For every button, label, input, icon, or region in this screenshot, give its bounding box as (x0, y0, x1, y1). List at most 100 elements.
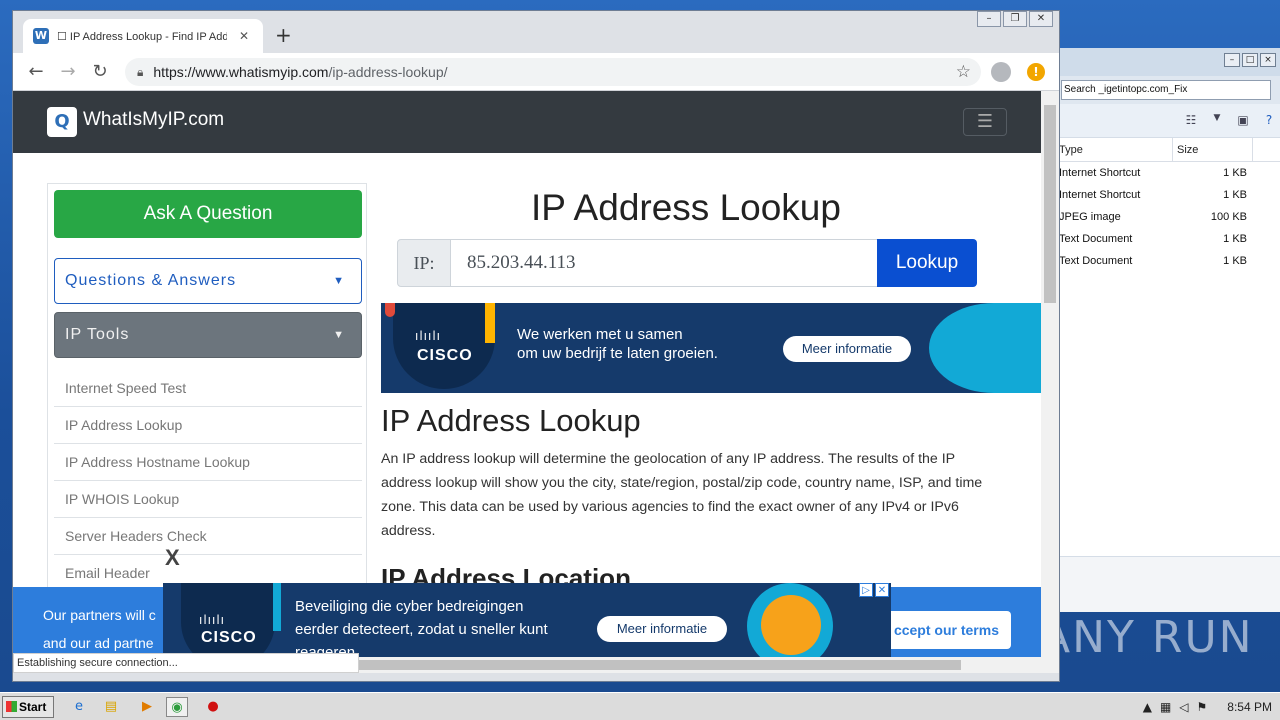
explorer-titlebar: – □ × (1059, 48, 1280, 76)
cisco-bars-icon: ılıılı (415, 329, 442, 343)
column-type[interactable]: Type (1059, 138, 1173, 161)
questions-answers-dropdown[interactable]: Questions & Answers ▼ (54, 258, 362, 304)
ad-accent (485, 303, 495, 343)
network-icon[interactable]: ▦ (1160, 700, 1171, 714)
ad-cta-button[interactable]: Meer informatie (597, 616, 727, 642)
profile-avatar[interactable] (991, 62, 1011, 82)
address-bar[interactable]: 🔒︎ https://www.whatismyip.com/ip-address… (125, 58, 981, 86)
tab-ip-lookup[interactable]: W ☐ IP Address Lookup - Find IP Addre ✕ (23, 19, 263, 53)
sidebar-item-whois-lookup[interactable]: IP WHOIS Lookup (54, 481, 362, 518)
ask-question-button[interactable]: Ask A Question (54, 190, 362, 238)
close-button[interactable]: ✕ (1029, 11, 1053, 27)
sidebar-item-speed-test[interactable]: Internet Speed Test (54, 370, 362, 407)
close-icon[interactable]: ✕ (239, 29, 249, 43)
clock[interactable]: 8:54 PM (1227, 700, 1272, 714)
folder-icon[interactable]: ▤ (100, 697, 122, 717)
status-bubble: Establishing secure connection... (13, 653, 359, 673)
ie-icon[interactable]: e (68, 697, 90, 717)
article-heading: IP Address Lookup (381, 403, 641, 438)
cisco-badge (393, 303, 495, 389)
preview-pane-icon[interactable]: ▣ (1235, 113, 1251, 129)
ip-input[interactable]: 85.203.44.113 (450, 239, 878, 287)
list-item[interactable]: Internet Shortcut 1 KB (1059, 162, 1280, 184)
ip-label: IP: (397, 239, 451, 287)
ad-text: We werken met u samen om uw bedrijf te l… (517, 326, 718, 362)
site-logo-icon[interactable]: Q (47, 107, 77, 137)
ip-tools-label: IP Tools (65, 326, 130, 343)
chevron-down-icon: ▼ (333, 275, 345, 287)
list-item[interactable]: JPEG image 100 KB (1059, 206, 1280, 228)
bookmark-star-icon[interactable]: ☆ (956, 62, 971, 82)
site-favicon-icon: W (33, 28, 49, 44)
explorer-file-list: Internet Shortcut 1 KB Internet Shortcut 1… (1059, 162, 1280, 272)
list-item[interactable]: Text Document 1 KB (1059, 250, 1280, 272)
cisco-bars-icon: ılıılı (199, 613, 226, 627)
adchoices-icon[interactable]: ▷ (859, 583, 873, 597)
sidebar-item-server-headers[interactable]: Server Headers Check (54, 518, 362, 555)
taskbar: Start e ▤ ▶ ◉ ● ▲ ▦ ◁ ⚑ 8:54 PM (0, 692, 1280, 720)
flag-icon[interactable]: ⚑ (1197, 700, 1208, 714)
security-app-icon[interactable]: ● (202, 697, 224, 717)
vertical-scrollbar[interactable] (1041, 91, 1059, 673)
volume-icon[interactable]: ◁ (1179, 700, 1188, 714)
view-options-icon[interactable]: ☷ (1183, 113, 1199, 129)
start-button[interactable]: Start (2, 696, 54, 718)
windows-logo-icon (6, 701, 17, 712)
scrollbar-thumb[interactable] (1044, 105, 1056, 303)
column-size[interactable]: Size (1173, 138, 1253, 161)
reload-icon[interactable]: ↻ (89, 61, 111, 82)
ad-cta-button[interactable]: Meer informatie (783, 336, 911, 362)
ip-tools-dropdown[interactable]: IP Tools ▼ (54, 312, 362, 358)
sidebar-item-hostname-lookup[interactable]: IP Address Hostname Lookup (54, 444, 362, 481)
back-icon[interactable]: ← (25, 61, 47, 82)
page-viewport: Q WhatIsMyIP.com ☰ Ask A Question Questi… (13, 91, 1059, 673)
site-logo-text[interactable]: WhatIsMyIP.com (83, 109, 224, 131)
ad-banner-top[interactable]: ılıılı CISCO We werken met u samen om uw… (381, 303, 1041, 393)
tray-arrow-icon[interactable]: ▲ (1143, 700, 1152, 714)
explorer-toolbar: ☷ ▼ ▣ ? (1059, 104, 1280, 138)
close-button[interactable]: × (1260, 53, 1276, 67)
minimize-button[interactable]: – (977, 11, 1001, 27)
ad-brand: CISCO (417, 347, 473, 364)
sidebar-item-ip-lookup[interactable]: IP Address Lookup (54, 407, 362, 444)
help-icon[interactable]: ? (1261, 113, 1277, 129)
restore-button[interactable]: ❐ (1003, 11, 1027, 27)
alert-icon[interactable]: ! (1027, 63, 1045, 81)
system-tray: ▲ ▦ ◁ ⚑ 8:54 PM (1143, 695, 1280, 719)
chevron-down-icon: ▼ (333, 329, 345, 341)
ad-close-button[interactable]: X (165, 545, 180, 571)
explorer-details-pane (1059, 556, 1280, 612)
site-navbar: Q WhatIsMyIP.com ☰ (13, 91, 1041, 153)
url-path: /ip-address-lookup/ (328, 64, 448, 80)
list-item[interactable]: Internet Shortcut 1 KB (1059, 184, 1280, 206)
lookup-button[interactable]: Lookup (877, 239, 977, 287)
page-title: IP Address Lookup (531, 187, 841, 228)
explorer-search-input[interactable]: Search _igetintopc.com_Fix (1061, 80, 1271, 100)
tab-title: ☐ IP Address Lookup - Find IP Addre (57, 30, 227, 43)
bug-icon (761, 595, 821, 655)
chevron-down-icon[interactable]: ▼ (1209, 113, 1225, 129)
article-paragraph: An IP address lookup will determine the … (381, 451, 983, 539)
ip-lookup-form: IP: 85.203.44.113 Lookup (397, 239, 977, 287)
forward-icon[interactable]: → (57, 61, 79, 82)
close-icon[interactable]: ✕ (875, 583, 889, 597)
browser-toolbar: ← → ↻ 🔒︎ https://www.whatismyip.com/ip-a… (13, 53, 1059, 91)
explorer-search-bar: Search _igetintopc.com_Fix (1059, 76, 1280, 104)
explorer-column-headers: Type Size (1059, 138, 1280, 162)
accept-terms-button[interactable]: ccept our terms (875, 611, 1011, 649)
maximize-button[interactable]: □ (1242, 53, 1258, 67)
tab-strip: W ☐ IP Address Lookup - Find IP Addre ✕ … (13, 11, 1059, 53)
ad-illustration (929, 303, 1041, 393)
hamburger-menu-icon[interactable]: ☰ (963, 108, 1007, 136)
scrollbar-thumb[interactable] (359, 660, 961, 670)
qa-label: Questions & Answers (65, 272, 237, 289)
media-player-icon[interactable]: ▶ (136, 697, 158, 717)
ad-brand: CISCO (201, 629, 257, 646)
ad-accent (385, 303, 395, 317)
lock-icon[interactable]: 🔒︎ (137, 65, 143, 80)
new-tab-button[interactable]: + (275, 23, 292, 47)
browser-window: W ☐ IP Address Lookup - Find IP Addre ✕ … (12, 10, 1060, 682)
chrome-icon[interactable]: ◉ (166, 697, 188, 717)
minimize-button[interactable]: – (1224, 53, 1240, 67)
list-item[interactable]: Text Document 1 KB (1059, 228, 1280, 250)
